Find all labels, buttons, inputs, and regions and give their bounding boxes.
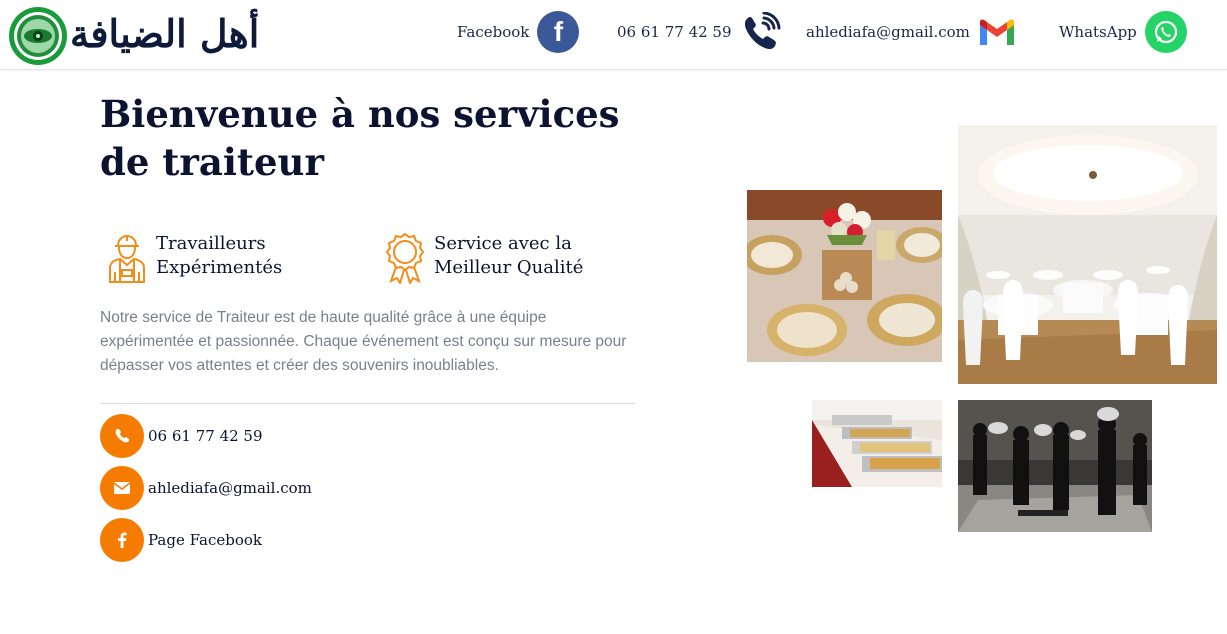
banquet-hall-photo [958,125,1217,384]
contact-phone-label: 06 61 77 42 59 [148,427,263,445]
logo-text: أهل الضيافة [70,11,260,56]
feature-line: Travailleurs [156,233,266,254]
facebook-icon [100,518,144,562]
site-header: أهل الضيافة Facebook f 06 61 77 42 59 ah… [0,0,1227,70]
facebook-icon: f [537,11,580,53]
feature-text: Service avec la Meilleur Qualité [434,232,614,280]
table-setting-photo [747,190,942,362]
buffet-trays-photo [812,400,942,487]
contact-email[interactable]: ahlediafa@gmail.com [100,465,312,511]
feature-experienced-workers: Travailleurs Expérimentés [104,232,336,288]
envelope-icon [100,466,144,510]
divider [100,403,635,404]
header-email-link[interactable]: ahlediafa@gmail.com [806,10,1016,54]
feature-line: Meilleur Qualité [434,257,584,278]
feature-line: Expérimentés [156,257,283,278]
header-phone-link[interactable]: 06 61 77 42 59 [617,10,782,54]
contact-facebook[interactable]: Page Facebook [100,517,262,563]
phone-icon [100,414,144,458]
feature-text: Travailleurs Expérimentés [156,232,336,280]
contact-phone[interactable]: 06 61 77 42 59 [100,413,263,459]
header-whatsapp-link[interactable]: WhatsApp [1059,10,1187,54]
waiters-service-photo [958,400,1152,532]
logo[interactable]: أهل الضيافة [8,4,259,66]
worker-icon [109,234,145,283]
header-facebook-link[interactable]: Facebook f [457,10,580,54]
header-email-label: ahlediafa@gmail.com [806,23,970,41]
header-facebook-label: Facebook [457,23,530,41]
header-whatsapp-label: WhatsApp [1059,23,1137,41]
logo-emblem-icon [9,7,67,65]
feature-quality-service: Service avec la Meilleur Qualité [382,232,614,288]
phone-ringing-icon [744,12,781,50]
whatsapp-icon [1144,11,1187,53]
service-description: Notre service de Traiteur est de haute q… [100,309,627,374]
quality-badge-icon [385,232,425,284]
gmail-icon [979,19,1014,45]
feature-line: Service avec la [434,233,572,254]
page-title: Bienvenue à nos services de traiteur [100,92,620,184]
header-phone-label: 06 61 77 42 59 [617,23,732,41]
contact-email-label: ahlediafa@gmail.com [148,479,312,497]
contact-facebook-label: Page Facebook [148,531,262,549]
